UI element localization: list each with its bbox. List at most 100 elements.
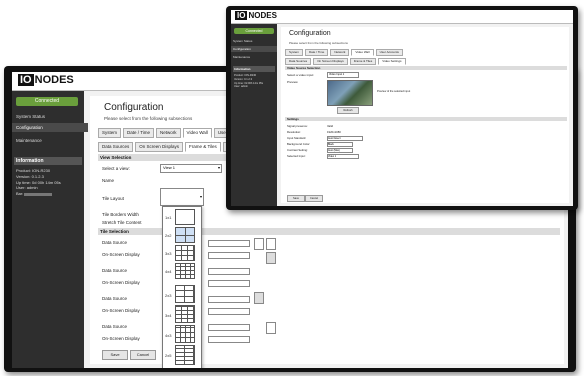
layout-option-2x2[interactable] (175, 227, 195, 243)
tile-osd-select[interactable] (208, 252, 250, 259)
tile-preview-box[interactable] (266, 252, 276, 264)
view-select[interactable]: View 1 ▾ (160, 164, 222, 173)
tile-preview-box[interactable] (254, 238, 264, 250)
tile-source-select[interactable] (208, 296, 250, 303)
video-preview-image (327, 80, 373, 106)
tile-row-label: Data Source (102, 268, 128, 273)
cancel-button[interactable]: Cancel (130, 350, 156, 360)
cancel-button[interactable]: Cancel (305, 195, 323, 202)
subtab-data-sources[interactable]: Data Sources (285, 58, 312, 65)
tile-row-label: Data Source (102, 324, 128, 329)
page-subtitle: Please select from the following subsect… (104, 116, 193, 121)
stretch-label: Stretch Tile Content (102, 220, 142, 225)
save-button[interactable]: Save (287, 195, 305, 202)
back-screen: IO NODES Connected System Status Configur… (231, 10, 573, 206)
tile-layout-label: Tile Layout (102, 196, 124, 201)
select-view-label: Select a view: (102, 166, 130, 171)
layout-option-label: 4x3 (165, 333, 172, 338)
layout-option-3x3[interactable] (175, 245, 195, 261)
info-panel: Product: ION-R230 Version: 0.1.2.3 Up ti… (234, 74, 274, 89)
tab-system[interactable]: System (285, 49, 304, 56)
subtab-frame-tiles[interactable]: Frame & Tiles (349, 58, 377, 65)
tile-row-label: On-Screen Display (102, 280, 140, 285)
tile-source-select[interactable] (208, 324, 250, 331)
tile-preview-box[interactable] (254, 292, 264, 304)
tile-source-select[interactable] (208, 268, 250, 275)
tile-osd-select[interactable] (208, 280, 250, 287)
borders-label: Tile Borders Width (102, 212, 139, 217)
tile-layout-select[interactable]: ▾ (160, 188, 204, 206)
tile-row-label: On-Screen Display (102, 252, 140, 257)
layout-option-2x3[interactable] (175, 285, 195, 303)
layout-option-4x3[interactable] (175, 325, 195, 343)
page-subtitle: Please select from the following subsect… (289, 41, 348, 45)
nav-system-status[interactable]: System Status (233, 39, 252, 43)
setting-value: 1920x1080 (327, 130, 341, 134)
preview-note: Preview of the selected input (377, 90, 411, 93)
tile-row-label: Data Source (102, 296, 128, 301)
video-source-header: Video Source Selection (285, 66, 567, 70)
setting-select[interactable]: Auto (Max) (327, 148, 353, 153)
tab-system[interactable]: System (98, 128, 122, 138)
tile-preview-box[interactable] (266, 322, 276, 334)
back-sidebar: Connected System Status Configuration Ma… (231, 24, 277, 206)
info-row: Bar: (16, 191, 80, 197)
tab-date-time[interactable]: Date / Time (123, 128, 155, 138)
back-header: IO NODES (231, 10, 573, 24)
source-label: Select a video input: (287, 73, 315, 77)
setting-select[interactable]: Black (327, 142, 353, 147)
connected-button[interactable]: Connected (16, 97, 78, 106)
subtab-on-screen-displays[interactable]: On Screen Displays (135, 142, 184, 152)
save-button[interactable]: Save (102, 350, 128, 360)
layout-option-1x1[interactable] (175, 209, 195, 225)
layout-option-label: 2x3 (165, 293, 172, 298)
main-tabs: System Date / Time Network Video Wall Us… (285, 49, 405, 56)
setting-label: Selected Input: (287, 154, 306, 158)
setting-select[interactable]: Auto Detect (327, 136, 363, 141)
tile-row-label: Data Source (102, 240, 128, 245)
page-title: Configuration (104, 102, 164, 113)
tile-osd-select[interactable] (208, 336, 250, 343)
subtab-data-sources[interactable]: Data Sources (98, 142, 134, 152)
app-logo: IO NODES (18, 74, 74, 86)
chevron-down-icon: ▾ (217, 165, 220, 170)
sub-tabs: Data Sources On Screen Displays Frame & … (285, 58, 408, 65)
tile-source-select[interactable] (208, 240, 250, 247)
nav-configuration[interactable]: Configuration (12, 123, 88, 132)
subtab-video-settings[interactable]: Video Settings (378, 58, 406, 65)
source-select[interactable]: Video Input 1 (327, 72, 359, 78)
subtab-frame-tiles[interactable]: Frame & Tiles (185, 142, 221, 152)
layout-option-4x4[interactable] (175, 263, 195, 279)
connected-button[interactable]: Connected (234, 28, 274, 34)
info-header: Information (233, 66, 275, 72)
nav-maintenance[interactable]: Maintenance (14, 137, 84, 144)
tile-osd-select[interactable] (208, 308, 250, 315)
layout-option-label: 4x4 (165, 269, 172, 274)
subtab-on-screen-displays[interactable]: On Screen Displays (313, 58, 348, 65)
app-logo: IO NODES (235, 11, 277, 20)
tab-date-time[interactable]: Date / Time (305, 49, 329, 56)
setting-select[interactable]: Video 1 (327, 154, 359, 159)
nav-configuration[interactable]: Configuration (231, 46, 277, 52)
tab-user-accounts[interactable]: User Accounts (375, 49, 403, 56)
refresh-button[interactable]: Refresh (337, 107, 359, 114)
nav-system-status[interactable]: System Status (14, 113, 84, 120)
tile-preview-box[interactable] (266, 238, 276, 250)
tab-network[interactable]: Network (330, 49, 350, 56)
nav-maintenance[interactable]: Maintenance (233, 55, 250, 59)
setting-label: Background Color: (287, 142, 311, 146)
front-sidebar: Connected System Status Configuration Ma… (12, 91, 88, 368)
layout-option-2x5[interactable] (175, 345, 195, 365)
setting-label: Contrast Setting: (287, 148, 308, 152)
cpu-bar (24, 192, 53, 196)
tab-video-wall[interactable]: Video Wall (182, 128, 212, 138)
info-row: User: admin (234, 85, 249, 89)
preview-label: Preview (287, 80, 298, 84)
layout-option-3x4[interactable] (175, 305, 195, 323)
setting-label: Resolution: (287, 130, 301, 134)
tile-row-label: On-Screen Display (102, 336, 140, 341)
tab-network[interactable]: Network (156, 128, 181, 138)
tab-video-wall[interactable]: Video Wall (351, 49, 374, 56)
layout-option-label: 2x2 (165, 233, 172, 238)
chevron-down-icon: ▾ (199, 194, 202, 199)
